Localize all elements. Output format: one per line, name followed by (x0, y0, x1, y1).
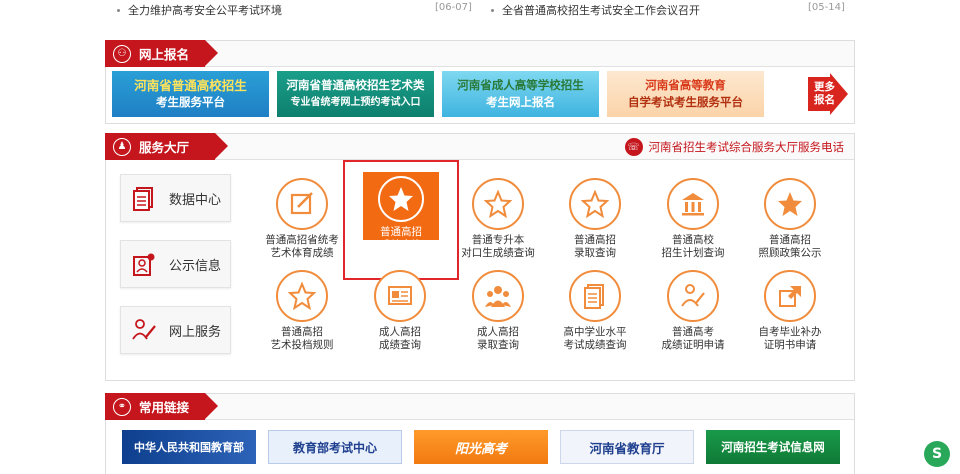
news-item[interactable]: 全力维护高考安全公平考试环境 (117, 2, 282, 18)
registration-banners: 河南省普通高校招生 考生服务平台 河南省普通高校招生艺术类 专业省统考网上预约考… (112, 71, 764, 117)
service-item-art-sport-score[interactable]: 普通高招省统考 艺术体育成绩 (252, 178, 352, 260)
news-item[interactable]: 全省普通高校招生考试安全工作会议召开 (491, 2, 700, 18)
link-henan-education[interactable]: 河南省教育厅 (560, 430, 694, 464)
panel-header: ⚭ 常用链接 (105, 393, 854, 420)
banner-line: 考生网上报名 (486, 95, 555, 109)
banner-line: 河南省普通高校招生艺术类 (286, 78, 425, 92)
link-exam-center[interactable]: 教育部考试中心 (268, 430, 402, 464)
service-label: 普通高考 成绩证明申请 (661, 326, 725, 351)
service-label: 自考毕业补办 证明书申请 (758, 326, 822, 351)
share-circle-icon: ⚇ (113, 44, 131, 63)
service-label: 成人高招 成绩查询 (379, 326, 421, 351)
service-item-upgrade-score[interactable]: 普通专升本 对口生成绩查询 (448, 178, 548, 260)
section-title: 服务大厅 (139, 140, 190, 155)
public-info-button[interactable]: 公示信息 (120, 240, 231, 288)
online-service-button[interactable]: 网上服务 (120, 306, 231, 354)
link-icon: ⚭ (113, 397, 131, 416)
banner-self-study[interactable]: 河南省高等教育 自学考试考生服务平台 (607, 71, 764, 117)
section-title: 常用链接 (139, 400, 190, 415)
common-links-panel: ⚭ 常用链接 中华人民共和国教育部 教育部考试中心 阳光高考 河南省教育厅 河南… (105, 393, 855, 474)
news-title[interactable]: 全省普通高校招生考试安全工作会议召开 (502, 2, 700, 18)
side-label: 网上服务 (169, 324, 222, 340)
banner-line: 河南省普通高校招生 (134, 78, 247, 93)
more-registration-button[interactable]: 更多 报名 (808, 73, 848, 115)
section-tab: ⚇ 网上报名 (105, 40, 218, 67)
service-item-preferential-policy[interactable]: 普通高招 照顾政策公示 (740, 178, 840, 260)
service-item-adult-admission[interactable]: 成人高招 录取查询 (448, 270, 548, 352)
service-item-adult-score[interactable]: 成人高招 成绩查询 (350, 270, 450, 352)
online-registration-panel: ⚇ 网上报名 河南省普通高校招生 考生服务平台 河南省普通高校招生艺术类 专业省… (105, 40, 855, 124)
service-label: 高中学业水平 考试成绩查询 (563, 326, 627, 351)
banner-line: 专业省统考网上预约考试入口 (290, 97, 421, 108)
banner-line: 自学考试考生服务平台 (628, 95, 743, 109)
service-item-admission-query[interactable]: 普通高招 录取查询 (545, 178, 645, 260)
banner-adult-exam[interactable]: 河南省成人高等学校招生 考生网上报名 (442, 71, 599, 117)
news-date: [06-07] (435, 2, 472, 13)
service-label: 普通高招省统考 艺术体育成绩 (265, 234, 339, 259)
people-icon (472, 270, 524, 322)
people-icon: ♟ (113, 137, 131, 156)
banner-line: 河南省成人高等学校招生 (457, 78, 584, 92)
phone-icon: ☏ (624, 138, 643, 156)
person-document-icon (133, 253, 155, 276)
person-icon (667, 270, 719, 322)
service-label: 普通专升本 对口生成绩查询 (461, 234, 535, 259)
star-icon (472, 178, 524, 230)
service-label: 普通高招 艺术投档规则 (270, 326, 334, 351)
bullet-icon (491, 8, 494, 12)
documents-icon (133, 187, 153, 211)
panel-header: ⚇ 网上报名 (105, 40, 854, 67)
hotline-label: 河南省招生考试综合服务大厅服务电话 (648, 140, 845, 154)
person-writing-icon (132, 319, 156, 340)
data-center-button[interactable]: 数据中心 (120, 174, 231, 222)
service-item-score-certificate[interactable]: 普通高考 成绩证明申请 (643, 270, 743, 352)
building-icon (667, 178, 719, 230)
service-item-art-rules[interactable]: 普通高招 艺术投档规则 (252, 270, 352, 352)
highlight-frame (343, 160, 459, 280)
service-item-diploma-reissue[interactable]: 自考毕业补办 证明书申请 (740, 270, 840, 352)
certificate-icon (374, 270, 426, 322)
bullet-icon (117, 8, 120, 12)
side-label: 数据中心 (169, 192, 222, 208)
link-moe[interactable]: 中华人民共和国教育部 (122, 430, 256, 464)
more-label: 更多 报名 (814, 81, 835, 106)
news-strip: 全力维护高考安全公平考试环境 [06-07] 全省普通高校招生考试安全工作会议召… (105, 0, 855, 20)
panel-header: ♟ 服务大厅 ☏ 河南省招生考试综合服务大厅服务电话 (105, 133, 854, 160)
edit-icon (276, 178, 328, 230)
banner-gaokao-service[interactable]: 河南省普通高校招生 考生服务平台 (112, 71, 269, 117)
link-sunshine-gaokao[interactable]: 阳光高考 (414, 430, 548, 464)
side-label: 公示信息 (169, 258, 222, 274)
banner-line: 考生服务平台 (156, 95, 225, 109)
service-item-academic-level[interactable]: 高中学业水平 考试成绩查询 (545, 270, 645, 352)
banner-line: 河南省高等教育 (645, 78, 726, 92)
star-icon (569, 178, 621, 230)
star-icon (764, 178, 816, 230)
floating-helper-icon[interactable]: S (924, 441, 950, 467)
news-title[interactable]: 全力维护高考安全公平考试环境 (128, 2, 282, 18)
service-label: 普通高校 招生计划查询 (661, 234, 725, 259)
service-label: 成人高招 录取查询 (477, 326, 519, 351)
section-tab: ⚭ 常用链接 (105, 393, 218, 420)
banner-art-exam[interactable]: 河南省普通高校招生艺术类 专业省统考网上预约考试入口 (277, 71, 434, 117)
section-tab: ♟ 服务大厅 (105, 133, 228, 160)
service-item-enrollment-plan[interactable]: 普通高校 招生计划查询 (643, 178, 743, 260)
service-hotline[interactable]: ☏ 河南省招生考试综合服务大厅服务电话 (624, 138, 845, 156)
link-list: 中华人民共和国教育部 教育部考试中心 阳光高考 河南省教育厅 河南招生考试信息网 (122, 430, 840, 464)
document-icon (569, 270, 621, 322)
share-icon (764, 270, 816, 322)
link-henan-exam-info[interactable]: 河南招生考试信息网 (706, 430, 840, 464)
news-date: [05-14] (808, 2, 845, 13)
service-label: 普通高招 录取查询 (574, 234, 616, 259)
section-title: 网上报名 (139, 47, 190, 62)
star-icon (276, 270, 328, 322)
service-label: 普通高招 照顾政策公示 (758, 234, 822, 259)
